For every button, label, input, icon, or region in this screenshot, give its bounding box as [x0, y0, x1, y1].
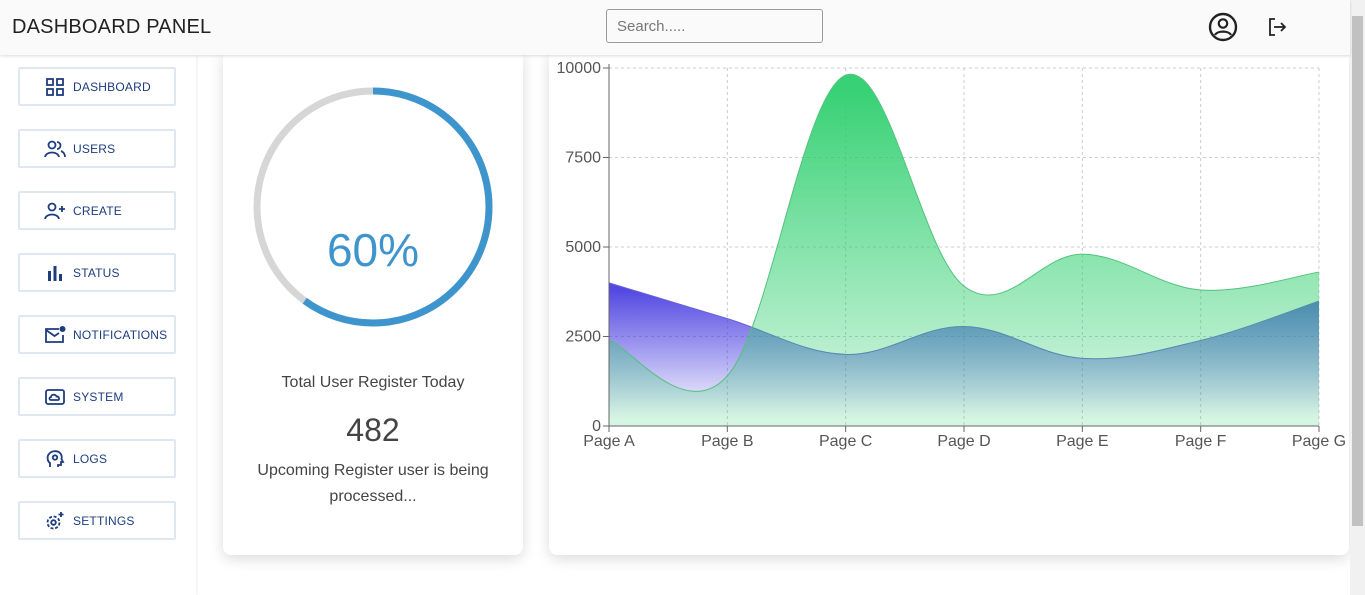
search-input[interactable] — [606, 9, 823, 43]
card-title: Total User Register Today — [281, 374, 465, 391]
user-add-icon — [44, 200, 66, 222]
progress-card: 60% Total User Register Today 482 Upcomi… — [223, 50, 523, 555]
scrollbar-thumb[interactable] — [1352, 16, 1363, 526]
logout-icon[interactable] — [1262, 12, 1292, 42]
sidebar-item-notifications[interactable]: NOTIFICATIONS — [18, 315, 176, 354]
sidebar-item-label: USERS — [73, 141, 116, 156]
x-tick-label: Page D — [937, 433, 990, 450]
area-chart: 025005000750010000Page A Page B Page C Page… — [557, 60, 1347, 450]
register-count: 482 — [346, 412, 400, 448]
sidebar-item-create[interactable]: CREATE — [18, 191, 176, 230]
users-icon — [44, 138, 66, 160]
grid-icon — [44, 76, 66, 98]
x-tick-label: Page F — [1175, 433, 1227, 450]
user-circle-icon[interactable] — [1208, 12, 1238, 42]
y-tick-label: 10000 — [557, 60, 602, 77]
sidebar-item-status[interactable]: STATUS — [18, 253, 176, 292]
x-tick-label: Page C — [819, 433, 872, 450]
cloud-box-icon — [44, 386, 66, 408]
sidebar-item-label: DASHBOARD — [73, 79, 151, 94]
sidebar: DASHBOARD USERS CREATE STATUS NOTIFICATI… — [0, 55, 196, 595]
x-tick-label: Page A — [583, 433, 635, 450]
sidebar-item-system[interactable]: SYSTEM — [18, 377, 176, 416]
y-tick-label: 2500 — [565, 329, 601, 346]
sidebar-item-label: LOGS — [73, 451, 108, 466]
sidebar-item-users[interactable]: USERS — [18, 129, 176, 168]
card-note: Upcoming Register user is being processe… — [257, 462, 489, 505]
x-tick-label: Page G — [1292, 433, 1346, 450]
sidebar-item-label: SETTINGS — [73, 513, 135, 528]
y-tick-label: 7500 — [565, 150, 601, 167]
gear-icon — [44, 510, 66, 532]
mail-badge-icon — [44, 324, 66, 346]
sidebar-item-label: NOTIFICATIONS — [73, 327, 168, 342]
app-title: DASHBOARD PANEL — [12, 16, 212, 38]
y-tick-label: 5000 — [565, 239, 601, 256]
sidebar-item-settings[interactable]: SETTINGS — [18, 501, 176, 540]
progress-percent: 60% — [326, 224, 420, 276]
sidebar-item-label: SYSTEM — [73, 389, 124, 404]
sidebar-item-logs[interactable]: LOGS — [18, 439, 176, 478]
top-bar: DASHBOARD PANEL — [0, 0, 1350, 55]
progress-ring — [253, 87, 493, 327]
x-tick-label: Page B — [701, 433, 753, 450]
chart-card: 0 2500 5000 7500 10000 Page A Page B Page C Page… — [549, 50, 1349, 555]
sidebar-item-label: CREATE — [73, 203, 122, 218]
x-tick-label: Page E — [1056, 433, 1108, 450]
sidebar-item-dashboard[interactable]: DASHBOARD — [18, 67, 176, 106]
brain-icon — [44, 448, 66, 470]
sidebar-item-label: STATUS — [73, 265, 120, 280]
bar-chart-icon — [44, 262, 66, 284]
